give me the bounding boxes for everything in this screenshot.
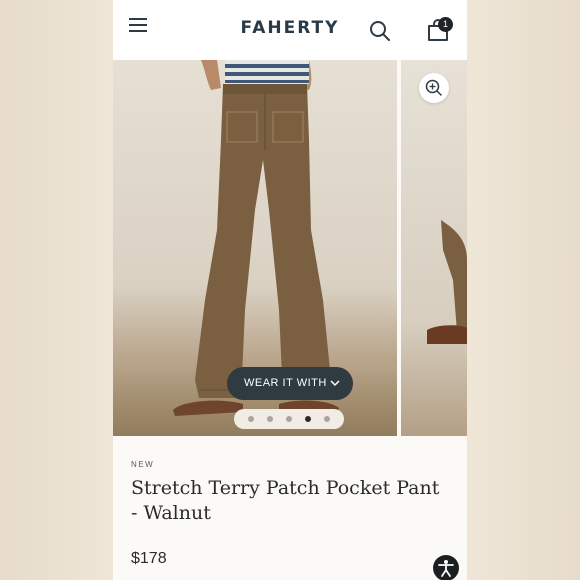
pagination-dot-5[interactable]: [324, 416, 330, 422]
model-side-illustration: [427, 220, 467, 344]
mobile-page: FAHERTY 1 WEAR IT WITH NEW Stretch Terry…: [113, 0, 467, 580]
chevron-down-icon: [330, 380, 340, 387]
background-left: [0, 0, 113, 580]
search-icon[interactable]: [369, 20, 391, 42]
product-image-next[interactable]: [401, 60, 467, 436]
wear-it-with-button[interactable]: WEAR IT WITH: [227, 367, 353, 400]
new-badge: NEW: [131, 460, 155, 469]
background-right: [467, 0, 580, 580]
product-price: $178: [131, 550, 167, 567]
pagination-dot-2[interactable]: [267, 416, 273, 422]
wear-it-with-label: WEAR IT WITH: [244, 377, 327, 389]
pagination-dot-1[interactable]: [248, 416, 254, 422]
zoom-in-icon: [425, 79, 442, 96]
zoom-button[interactable]: [419, 73, 449, 103]
accessibility-icon: [438, 560, 454, 577]
cart-count-badge: 1: [438, 17, 453, 32]
gallery-pagination: [234, 409, 344, 429]
site-header: FAHERTY 1: [113, 0, 467, 60]
pagination-dot-3[interactable]: [286, 416, 292, 422]
product-title: Stretch Terry Patch Pocket Pant - Walnut: [131, 477, 440, 524]
accessibility-button[interactable]: [433, 555, 459, 580]
pagination-dot-4[interactable]: [305, 416, 311, 422]
brand-logo[interactable]: FAHERTY: [113, 18, 467, 38]
